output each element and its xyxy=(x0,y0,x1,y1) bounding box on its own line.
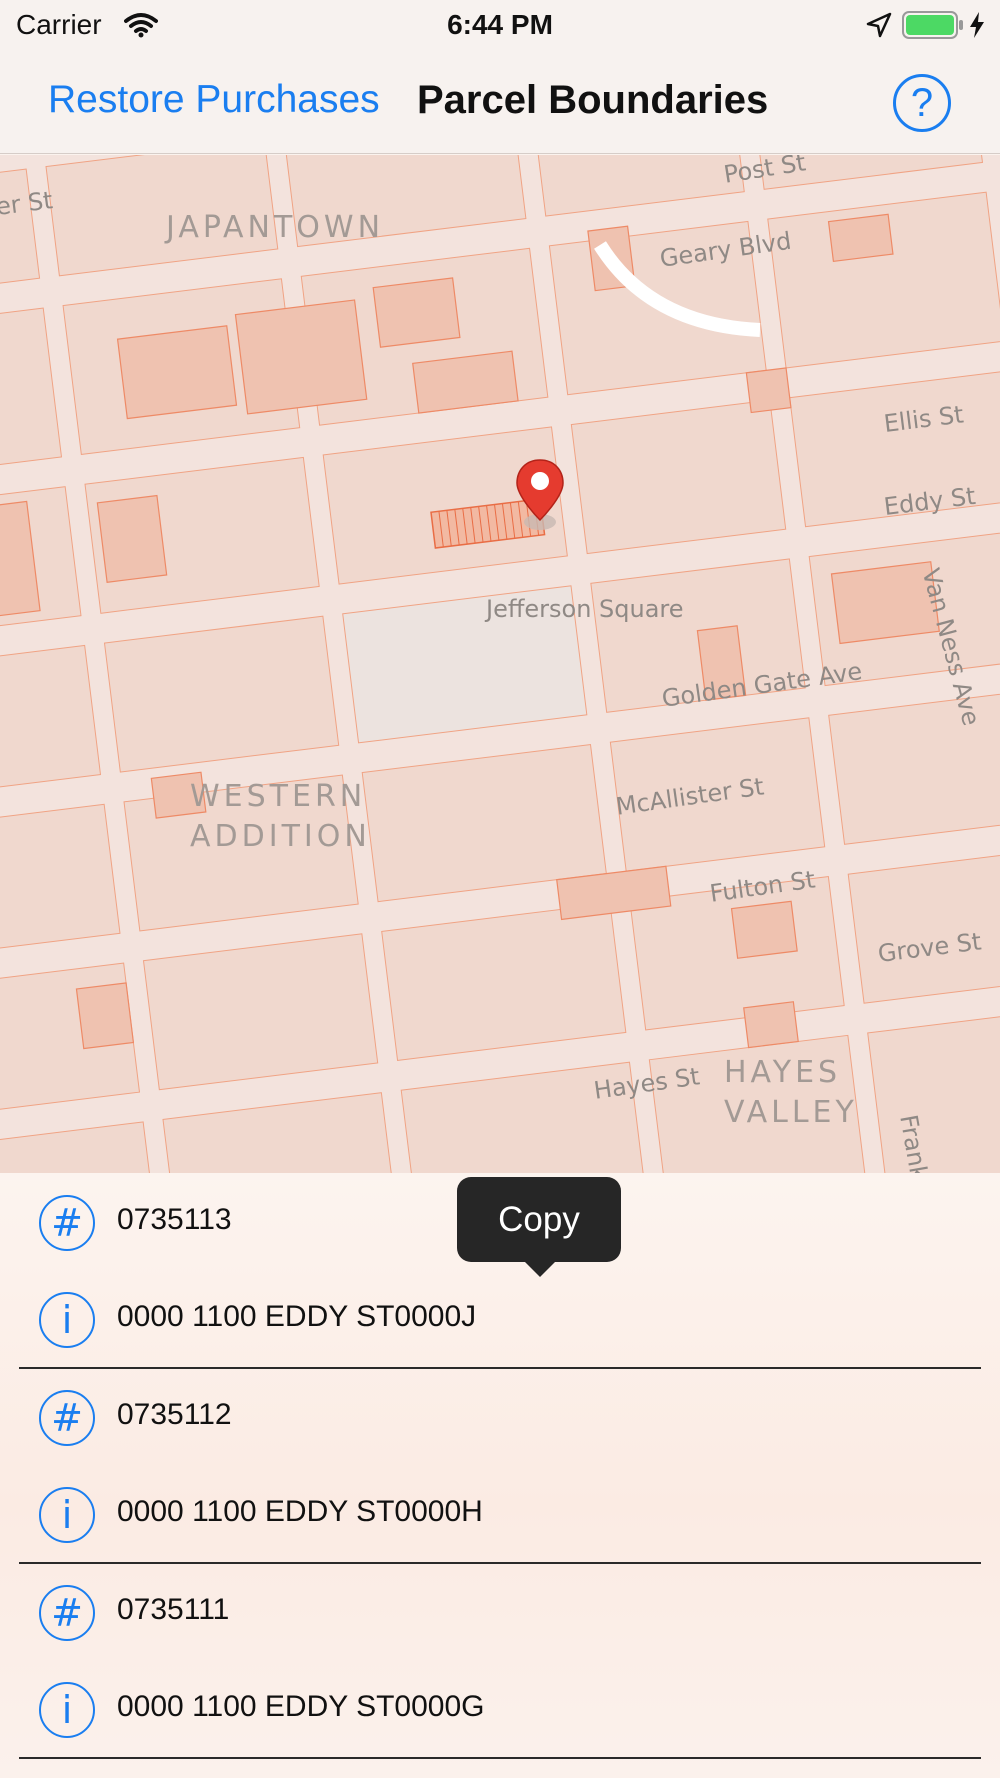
battery-icon xyxy=(902,11,964,46)
info-icon: i xyxy=(39,1682,95,1738)
location-arrow-icon xyxy=(866,12,892,45)
hash-icon: # xyxy=(39,1390,95,1446)
district-label: WESTERN ADDITION xyxy=(190,779,371,854)
page-title: Parcel Boundaries xyxy=(417,78,769,122)
hash-icon: # xyxy=(39,1195,95,1251)
map-pin-icon[interactable] xyxy=(515,458,565,530)
tooltip-arrow xyxy=(524,1261,556,1277)
divider xyxy=(19,1757,981,1759)
district-label: HAYES VALLEY xyxy=(724,1055,858,1130)
parcel-address[interactable]: 0000 1100 EDDY ST0000J xyxy=(117,1300,476,1334)
help-button[interactable]: ? xyxy=(893,74,951,132)
parcel-number[interactable]: 0735111 xyxy=(117,1593,229,1627)
list-item[interactable]: # 0735112 xyxy=(0,1370,1000,1467)
list-item[interactable]: i 0000 1100 EDDY ST0000J xyxy=(0,1272,1000,1369)
restore-purchases-button[interactable]: Restore Purchases xyxy=(48,78,380,122)
navigation-bar: Restore Purchases Parcel Boundaries ? xyxy=(0,52,1000,154)
info-icon: i xyxy=(39,1487,95,1543)
list-item[interactable]: i 0000 1100 EDDY ST0000H xyxy=(0,1467,1000,1564)
copy-menu-button[interactable]: Copy xyxy=(457,1177,621,1262)
list-item[interactable]: # 0735111 xyxy=(0,1565,1000,1662)
landmark-label: Jefferson Square xyxy=(486,595,684,623)
info-icon: i xyxy=(39,1292,95,1348)
map-view[interactable]: er St Post St JAPANTOWN Geary Blvd Ellis… xyxy=(0,155,1000,1173)
status-bar: Carrier 6:44 PM xyxy=(0,0,1000,52)
parcel-number[interactable]: 0735112 xyxy=(117,1398,232,1432)
divider xyxy=(19,1367,981,1369)
divider xyxy=(19,1562,981,1564)
charging-icon xyxy=(968,11,986,46)
parcel-address[interactable]: 0000 1100 EDDY ST0000H xyxy=(117,1495,483,1529)
parcel-number[interactable]: 0735113 xyxy=(117,1203,232,1237)
clock: 6:44 PM xyxy=(447,9,553,40)
parcel-address[interactable]: 0000 1100 EDDY ST0000G xyxy=(117,1690,484,1724)
district-label: JAPANTOWN xyxy=(166,210,385,245)
hash-icon: # xyxy=(39,1585,95,1641)
list-item[interactable]: i 0000 1100 EDDY ST0000G xyxy=(0,1662,1000,1759)
parcel-list: # 0735113 i 0000 1100 EDDY ST0000J # 073… xyxy=(0,1173,1000,1778)
